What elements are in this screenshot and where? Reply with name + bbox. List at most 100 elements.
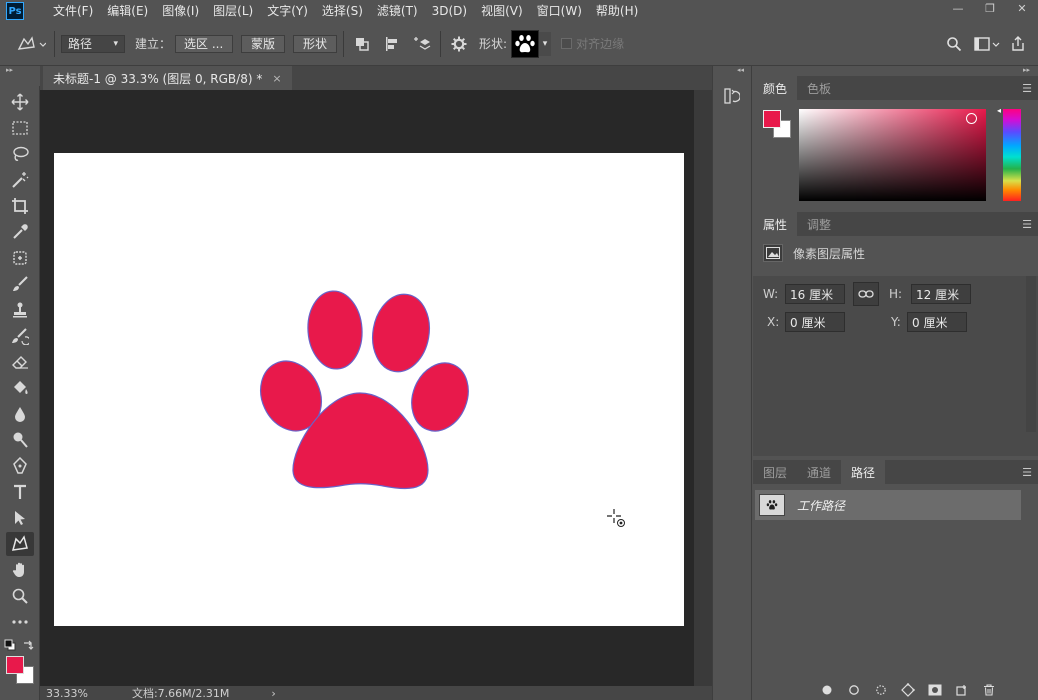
settings-button[interactable] (447, 32, 471, 56)
lasso-tool[interactable] (6, 142, 34, 166)
tab-properties[interactable]: 属性 (753, 212, 798, 236)
history-panel-button[interactable] (721, 84, 743, 108)
tool-preset-picker[interactable] (14, 32, 48, 56)
hand-icon (12, 562, 24, 577)
expand-panels-icon[interactable]: ▸▸ (1023, 66, 1030, 74)
stroke-path-button[interactable] (840, 682, 867, 698)
new-path-button[interactable] (948, 682, 975, 698)
shape-picker-dropdown[interactable]: ▾ (539, 31, 552, 56)
menu-help[interactable]: 帮助(H) (589, 0, 645, 22)
x-field[interactable]: 0 厘米 (785, 312, 845, 332)
tab-channels[interactable]: 通道 (797, 460, 841, 484)
blur-tool[interactable] (6, 402, 34, 426)
menu-file[interactable]: 文件(F) (46, 0, 100, 22)
panel-menu-icon[interactable]: ☰ (1022, 218, 1032, 231)
properties-scrollbar[interactable] (1026, 276, 1036, 432)
pen-tool[interactable] (6, 454, 34, 478)
menu-edit[interactable]: 编辑(E) (100, 0, 155, 22)
share-button[interactable] (1006, 32, 1030, 56)
color-panel-tabs: 颜色 色板 ☰ (753, 76, 1038, 100)
move-tool[interactable] (6, 90, 34, 114)
workspace-switcher[interactable] (972, 32, 1002, 56)
tab-color[interactable]: 颜色 (753, 76, 798, 100)
document-canvas[interactable] (54, 153, 684, 626)
paw-print-shape[interactable] (54, 153, 684, 626)
document-tab[interactable]: 未标题-1 @ 33.3% (图层 0, RGB/8) * × (43, 66, 292, 90)
path-arrangement-button[interactable] (410, 32, 434, 56)
mode-dropdown[interactable]: 路径 ▾ (61, 34, 125, 53)
selection-button[interactable]: 选区 ... (175, 34, 234, 53)
make-work-path-button[interactable] (894, 682, 921, 698)
menu-window[interactable]: 窗口(W) (530, 0, 589, 22)
color-panel-foreground-swatch[interactable] (763, 110, 781, 128)
toolbar-collapse-icon[interactable]: ▸▸ (0, 66, 40, 74)
tab-swatches[interactable]: 色板 (797, 76, 841, 100)
type-tool[interactable] (6, 480, 34, 504)
menu-type[interactable]: 文字(Y) (260, 0, 315, 22)
panel-menu-icon[interactable]: ☰ (1022, 82, 1032, 95)
color-picker-cursor[interactable] (966, 113, 977, 124)
rectangular-marquee-icon (12, 121, 28, 135)
spot-healing-tool[interactable] (6, 246, 34, 270)
zoom-level[interactable]: 33.33% (46, 687, 88, 700)
shape-picker[interactable] (511, 29, 540, 58)
delete-path-button[interactable] (975, 682, 1002, 698)
custom-shape-tool[interactable] (6, 532, 34, 556)
collapse-panels-icon[interactable]: ◂◂ (737, 66, 744, 74)
load-as-selection-button[interactable] (867, 682, 894, 698)
tab-adjustments[interactable]: 调整 (797, 212, 841, 236)
mask-button[interactable]: 蒙版 (241, 34, 286, 53)
canvas-workspace[interactable] (40, 90, 694, 686)
width-field[interactable]: 16 厘米 (785, 284, 845, 304)
tab-paths[interactable]: 路径 (841, 460, 886, 484)
status-menu-arrow[interactable]: › (271, 687, 275, 700)
height-field[interactable]: 12 厘米 (911, 284, 971, 304)
menu-filter[interactable]: 滤镜(T) (370, 0, 425, 22)
swap-colors-icon[interactable] (22, 639, 34, 651)
dodge-tool[interactable] (6, 428, 34, 452)
menu-view[interactable]: 视图(V) (474, 0, 530, 22)
properties-header: 像素图层属性 (763, 244, 865, 262)
path-selection-tool[interactable] (6, 506, 34, 530)
eraser-tool[interactable] (6, 350, 34, 374)
edit-toolbar-button[interactable] (6, 610, 34, 634)
menu-image[interactable]: 图像(I) (155, 0, 206, 22)
menu-select[interactable]: 选择(S) (315, 0, 370, 22)
color-picker-field[interactable] (799, 109, 986, 201)
crop-tool[interactable] (6, 194, 34, 218)
shape-button[interactable]: 形状 (293, 34, 338, 53)
marquee-tool[interactable] (6, 116, 34, 140)
clone-stamp-tool[interactable] (6, 298, 34, 322)
blur-drop-icon (15, 407, 25, 422)
align-edges-label: 对齐边缘 (576, 37, 625, 51)
close-button[interactable]: ✕ (1006, 0, 1038, 16)
menu-3d[interactable]: 3D(D) (425, 0, 474, 22)
work-path-row[interactable]: 工作路径 (755, 490, 1021, 520)
path-alignment-button[interactable] (380, 32, 404, 56)
zoom-tool[interactable] (6, 584, 34, 608)
path-operations-button[interactable] (350, 32, 374, 56)
menu-layer[interactable]: 图层(L) (206, 0, 260, 22)
link-dimensions-button[interactable] (853, 282, 879, 306)
quick-selection-tool[interactable] (6, 168, 34, 192)
restore-button[interactable]: ❐ (974, 0, 1006, 16)
canvas-vertical-scrollbar[interactable] (694, 90, 712, 686)
history-brush-tool[interactable] (6, 324, 34, 348)
align-edges-checkbox[interactable] (561, 38, 573, 49)
fill-path-button[interactable] (813, 682, 840, 698)
hand-tool[interactable] (6, 558, 34, 582)
y-field[interactable]: 0 厘米 (907, 312, 967, 332)
foreground-color-swatch[interactable] (6, 656, 24, 674)
add-mask-button[interactable] (921, 682, 948, 698)
default-colors-icon[interactable] (4, 639, 16, 651)
minimize-button[interactable]: — (942, 0, 974, 16)
brush-tool[interactable] (6, 272, 34, 296)
eyedropper-tool[interactable] (6, 220, 34, 244)
close-tab-icon[interactable]: × (272, 72, 281, 85)
tab-layers[interactable]: 图层 (753, 460, 797, 484)
hue-slider-marker[interactable]: ◂ (997, 106, 1001, 115)
hue-slider[interactable] (1003, 109, 1021, 201)
search-button[interactable] (942, 32, 966, 56)
paint-bucket-tool[interactable] (6, 376, 34, 400)
panel-menu-icon[interactable]: ☰ (1022, 466, 1032, 479)
